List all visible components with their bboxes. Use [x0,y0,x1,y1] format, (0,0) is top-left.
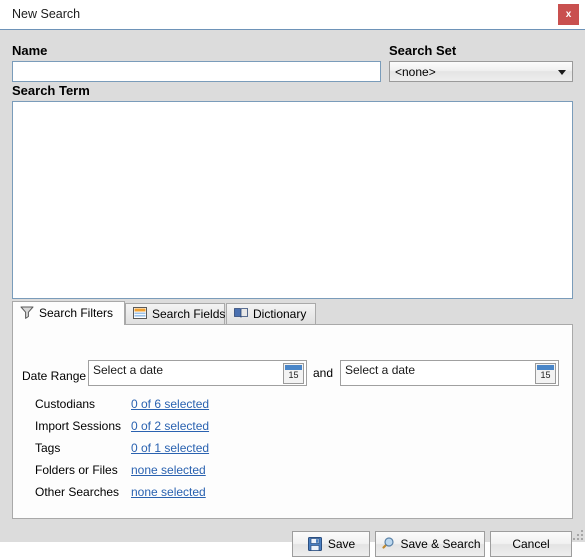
search-term-input[interactable] [12,101,573,299]
filter-label: Tags [35,441,61,455]
tab-dictionary[interactable]: Dictionary [226,303,316,325]
floppy-disk-icon [307,536,323,552]
header-divider [0,29,585,30]
save-button-label: Save [327,537,356,551]
filter-row-folders-or-files: Folders or Files none selected [13,463,572,484]
chevron-down-icon [558,70,566,75]
date-from-field[interactable]: Select a date 15 [88,360,307,386]
calendar-day: 15 [288,370,299,380]
save-button[interactable]: Save [292,531,370,557]
search-set-value: <none> [395,65,436,79]
cancel-button[interactable]: Cancel [490,531,572,557]
filter-label: Custodians [35,397,96,411]
tags-selection-link[interactable]: 0 of 1 selected [131,441,209,455]
filter-row-other-searches: Other Searches none selected [13,485,572,506]
and-label: and [313,366,334,380]
tab-strip: Search Filters Search Fields Dictionary [12,301,573,325]
tab-label: Search Fields [152,307,226,321]
funnel-icon [19,304,35,320]
filter-row-tags: Tags 0 of 1 selected [13,441,572,462]
date-from-value: Select a date [93,363,164,377]
search-term-label: Search Term [12,83,90,98]
filter-row-custodians: Custodians 0 of 6 selected [13,397,572,418]
resize-grip-icon[interactable] [569,526,583,540]
save-and-search-button-label: Save & Search [400,537,481,551]
calendar-icon-to[interactable]: 15 [535,363,556,384]
save-and-search-button[interactable]: Save & Search [375,531,485,557]
tab-search-filters[interactable]: Search Filters [12,301,125,325]
date-to-value: Select a date [345,363,416,377]
name-input[interactable] [12,61,381,82]
search-set-label: Search Set [389,43,457,58]
import-sessions-selection-link[interactable]: 0 of 2 selected [131,419,209,433]
close-icon[interactable]: x [558,4,579,25]
folders-files-selection-link[interactable]: none selected [131,463,206,477]
title-bar: New Search x [0,0,585,29]
calendar-day: 15 [540,370,551,380]
filter-label: Import Sessions [35,419,122,433]
table-icon [132,305,148,321]
new-search-dialog: New Search x Name Search Set <none> Sear… [0,0,585,557]
filter-label: Folders or Files [35,463,118,477]
search-filters-panel: Date Range Select a date 15 and Select a… [12,324,573,519]
tab-search-fields[interactable]: Search Fields [125,303,225,325]
custodians-selection-link[interactable]: 0 of 6 selected [131,397,209,411]
window-title: New Search [12,7,81,21]
book-icon [233,305,249,321]
magnifier-icon [379,536,395,552]
search-set-dropdown[interactable]: <none> [389,61,573,82]
tab-label: Dictionary [253,307,307,321]
name-label: Name [12,43,48,58]
other-searches-selection-link[interactable]: none selected [131,485,206,499]
dialog-body: Name Search Set <none> Search Term Searc… [0,29,585,557]
filter-label: Other Searches [35,485,120,499]
date-range-label: Date Range [22,369,87,383]
cancel-button-label: Cancel [512,537,550,551]
date-to-field[interactable]: Select a date 15 [340,360,559,386]
tab-label: Search Filters [39,306,114,320]
calendar-icon-from[interactable]: 15 [283,363,304,384]
filter-row-import-sessions: Import Sessions 0 of 2 selected [13,419,572,440]
